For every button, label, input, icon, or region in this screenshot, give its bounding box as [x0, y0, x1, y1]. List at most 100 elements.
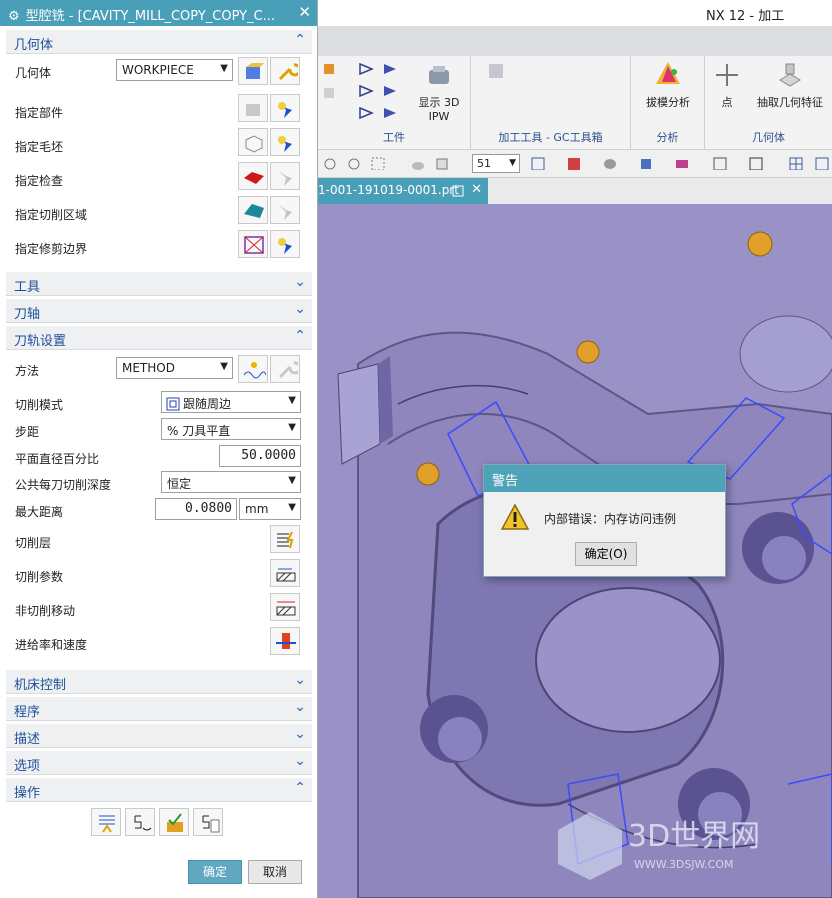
edit-method-button[interactable] — [270, 355, 300, 383]
section-actions[interactable]: 操作 ⌃ — [6, 778, 312, 802]
feeds-speeds-button[interactable] — [270, 627, 300, 655]
section-title: 几何体 — [14, 38, 54, 53]
zoom-select[interactable]: 51 ▼ — [472, 154, 520, 173]
new-method-button[interactable] — [238, 355, 268, 383]
fit-icon[interactable] — [530, 156, 546, 170]
method-select[interactable]: METHOD ▼ — [116, 357, 233, 379]
flag-icon-5[interactable] — [358, 106, 374, 120]
specify-cut-area-button[interactable] — [238, 196, 268, 224]
percent-diameter-label: 平面直径百分比 — [15, 452, 100, 466]
extract-geometry-button[interactable]: 抽取几何特征 — [749, 60, 831, 110]
ribbon-group-label: 加工工具 - GC工具箱 — [498, 131, 603, 144]
show-3d-ipw-button[interactable]: 显示 3D IPW — [408, 64, 470, 123]
color-icon[interactable] — [674, 156, 690, 170]
display-check-button[interactable] — [270, 162, 300, 190]
chevron-up-icon: ⌃ — [294, 32, 306, 48]
section-machine-control[interactable]: 机床控制 ⌄ — [6, 670, 312, 694]
document-tab[interactable]: 1-001-191019-0001.prt ✕ — [318, 178, 488, 204]
cut-area-icon — [244, 204, 264, 218]
cut-mode-select[interactable]: 跟随周边 ▼ — [161, 391, 301, 413]
replay-button[interactable] — [125, 808, 155, 836]
section-tool[interactable]: 工具 ⌄ — [6, 272, 312, 296]
select-icon[interactable] — [322, 156, 338, 170]
chevron-up-icon: ⌃ — [294, 780, 306, 796]
stepover-label: 步距 — [15, 425, 40, 439]
generate-icon — [99, 815, 115, 833]
panel-title: 型腔铣 - [CAVITY_MILL_COPY_COPY_C... — [25, 9, 276, 24]
grid-icon-2[interactable] — [814, 156, 830, 170]
display-blank-button[interactable] — [270, 128, 300, 156]
depth-per-cut-select[interactable]: 恒定 ▼ — [161, 471, 301, 493]
partial-icon-2[interactable] — [322, 86, 338, 100]
new-geometry-button[interactable] — [238, 57, 268, 85]
list-button[interactable] — [193, 808, 223, 836]
section-options[interactable]: 选项 ⌄ — [6, 751, 312, 775]
specify-trim-boundary-button[interactable] — [238, 230, 268, 258]
render-icon[interactable] — [566, 156, 582, 170]
flag-icon-4[interactable] — [382, 84, 398, 98]
filter-icon[interactable] — [346, 156, 362, 170]
cut-parameters-button[interactable] — [270, 559, 300, 587]
edit-geometry-button[interactable] — [270, 57, 300, 85]
dropdown-arrow-icon: ▼ — [220, 361, 228, 372]
point-button[interactable]: 点 — [707, 60, 747, 110]
display-trim-boundary-button[interactable] — [270, 230, 300, 258]
cut-levels-button[interactable] — [270, 525, 300, 553]
section-geometry[interactable]: 几何体 ⌃ — [6, 30, 312, 54]
follow-periphery-icon — [166, 397, 180, 411]
specify-check-button[interactable] — [238, 162, 268, 190]
percent-diameter-field[interactable]: 50.0000 — [219, 445, 301, 467]
flag-icon-6[interactable] — [382, 106, 398, 120]
close-icon[interactable]: ✕ — [298, 3, 311, 21]
section-description[interactable]: 描述 ⌄ — [6, 724, 312, 748]
ok-button[interactable]: 确定(O) — [575, 542, 637, 566]
cancel-button[interactable]: 取消 — [248, 860, 302, 884]
ribbon-group-analysis: 拔模分析 分析 — [631, 56, 705, 150]
cube-icon[interactable] — [434, 156, 450, 170]
section-program[interactable]: 程序 ⌄ — [6, 697, 312, 721]
display-cut-area-button[interactable] — [270, 196, 300, 224]
specify-check-label: 指定检查 — [15, 174, 64, 188]
max-distance-field[interactable]: 0.0800 — [155, 498, 237, 520]
save-icon[interactable] — [452, 185, 464, 197]
display-part-button[interactable] — [270, 94, 300, 122]
stepover-select[interactable]: % 刀具平直 ▼ — [161, 418, 301, 440]
draft-analysis-button[interactable]: 拔模分析 — [635, 60, 701, 110]
flag-icon-3[interactable] — [358, 84, 374, 98]
shade-icon[interactable] — [410, 156, 426, 170]
geometry-value: WORKPIECE — [122, 63, 194, 77]
specify-part-button[interactable] — [238, 94, 268, 122]
generate-button[interactable] — [91, 808, 121, 836]
geometry-select[interactable]: WORKPIECE ▼ — [116, 59, 233, 81]
part-icon — [246, 104, 260, 116]
box-select-icon[interactable] — [370, 156, 386, 170]
flag-icon[interactable] — [358, 62, 374, 76]
section-path-settings[interactable]: 刀轨设置 ⌃ — [6, 326, 312, 350]
non-cutting-moves-button[interactable] — [270, 593, 300, 621]
view-frame-icon[interactable] — [748, 156, 764, 170]
dropdown-arrow-icon: ▼ — [220, 63, 228, 74]
grid-icon[interactable] — [788, 156, 804, 170]
ribbon: 显示 3D IPW 工件 加工工具 - GC工具箱 拔模分析 分析 点 抽取几何… — [318, 26, 832, 150]
shaded-style-icon[interactable] — [602, 156, 618, 170]
verify-button[interactable] — [159, 808, 189, 836]
gc-tools-icon-grid[interactable] — [489, 64, 505, 78]
non-cutting-moves-label: 非切削移动 — [15, 604, 76, 618]
close-icon[interactable]: ✕ — [471, 182, 482, 197]
partial-icon[interactable] — [322, 62, 338, 76]
max-distance-unit-select[interactable]: mm ▼ — [239, 498, 301, 520]
section-title: 描述 — [14, 732, 41, 747]
point-icon — [716, 64, 738, 86]
section-tool-axis[interactable]: 刀轴 ⌄ — [6, 299, 312, 323]
flashlight-icon — [278, 102, 292, 118]
ribbon-group-gc-toolbox: 加工工具 - GC工具箱 — [471, 56, 631, 150]
flag-icon-2[interactable] — [382, 62, 398, 76]
warning-dialog: 警告 内部错误：内存访问违例 确定(O) — [483, 464, 726, 577]
specify-blank-button[interactable] — [238, 128, 268, 156]
cube-blue-icon[interactable] — [638, 156, 654, 170]
confirm-button[interactable]: 确定 — [188, 860, 242, 884]
cut-levels-icon — [277, 531, 294, 549]
zoom-value: 51 — [477, 157, 491, 170]
layer-icon[interactable] — [712, 156, 728, 170]
max-distance-unit: mm — [245, 502, 269, 516]
